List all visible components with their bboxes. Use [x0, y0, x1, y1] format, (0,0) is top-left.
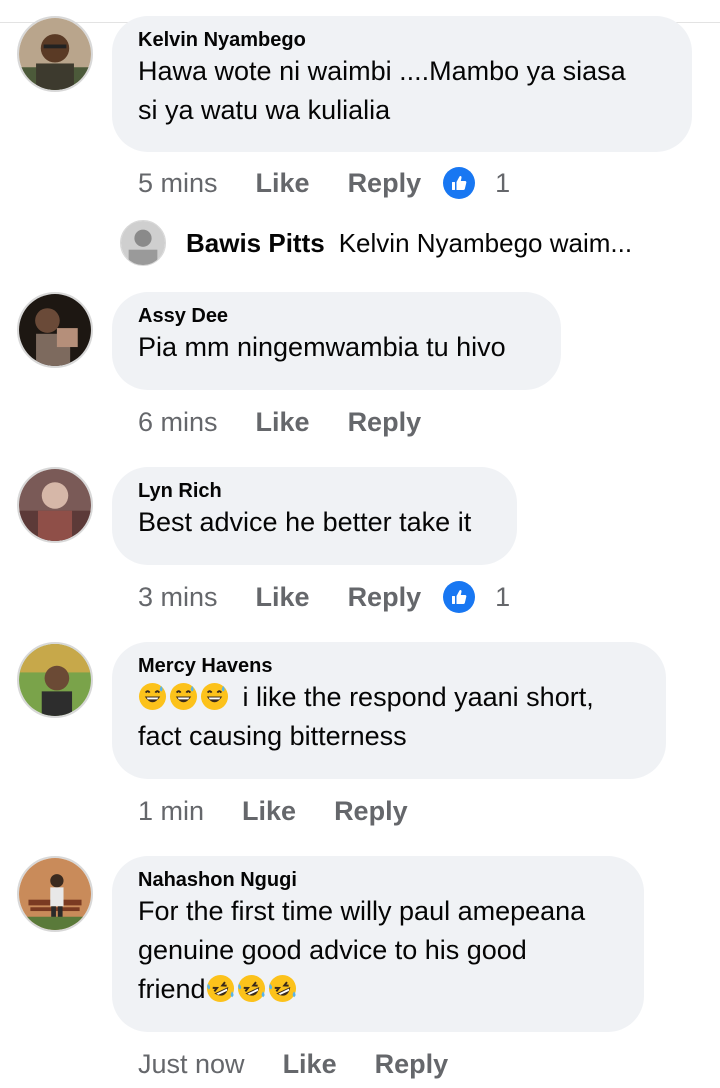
avatar-kelvin-nyambego[interactable]	[17, 16, 93, 92]
like-button[interactable]: Like	[256, 582, 310, 613]
reaction-count: 1	[495, 581, 511, 612]
rolling-laughing-emoji	[268, 974, 297, 1003]
comment-author[interactable]: Kelvin Nyambego	[138, 28, 666, 52]
comment-author[interactable]: Nahashon Ngugi	[138, 868, 618, 892]
comment-bubble: Mercy Havens i like the respond yaani sh…	[112, 642, 666, 779]
grinning-sweat-emoji	[138, 682, 167, 711]
avatar-mercy-havens[interactable]	[17, 642, 93, 718]
comment-actions: 1 min Like Reply	[138, 793, 408, 829]
comment-text-line: Hawa wote ni waimbi ....Mambo ya siasa	[138, 56, 626, 86]
rolling-laughing-emoji	[206, 974, 235, 1003]
reply-author[interactable]: Bawis Pitts	[186, 228, 325, 259]
avatar-bawis-pitts[interactable]	[120, 220, 166, 266]
reaction-summary[interactable]: 1	[443, 167, 510, 199]
comment-actions: Just now Like Reply	[138, 1046, 448, 1082]
comment-timestamp[interactable]: 3 mins	[138, 582, 218, 613]
thumbs-up-icon	[443, 581, 476, 613]
comment-text-line: For the first time willy paul amepeana	[138, 896, 586, 926]
comment-text-fragment: friend	[138, 974, 206, 1004]
reply-button[interactable]: Reply	[375, 1049, 449, 1080]
avatar-nahashon-ngugi[interactable]	[17, 856, 93, 932]
rolling-laughing-emoji	[237, 974, 266, 1003]
grinning-sweat-emoji	[200, 682, 229, 711]
comment-timestamp[interactable]: 6 mins	[138, 407, 218, 438]
comment-timestamp[interactable]: Just now	[138, 1049, 245, 1080]
reply-button[interactable]: Reply	[348, 168, 422, 199]
grinning-sweat-emoji	[169, 682, 198, 711]
comment-actions: 5 mins Like Reply 1	[138, 165, 510, 201]
comment-text-line: i like the respond yaani short,	[138, 678, 640, 717]
comment-author[interactable]: Mercy Havens	[138, 654, 640, 678]
comment-actions: 6 mins Like Reply	[138, 404, 421, 440]
reply-button[interactable]: Reply	[334, 796, 408, 827]
avatar-lyn-rich[interactable]	[17, 467, 93, 543]
reply-text: Kelvin Nyambego waim...	[338, 227, 633, 258]
comment-author[interactable]: Lyn Rich	[138, 479, 491, 503]
reaction-summary[interactable]: 1	[443, 581, 510, 613]
comment-bubble: Lyn Rich Best advice he better take it	[112, 467, 517, 565]
comment-text-line: friend	[138, 970, 618, 1009]
reply-button[interactable]: Reply	[348, 407, 422, 438]
like-button[interactable]: Like	[256, 407, 310, 438]
comment-timestamp[interactable]: 5 mins	[138, 168, 218, 199]
comment-bubble: Kelvin Nyambego Hawa wote ni waimbi ....…	[112, 16, 692, 152]
comment-text-line: si ya watu wa kulialia	[138, 95, 391, 125]
comment-bubble: Assy Dee Pia mm ningemwambia tu hivo	[112, 292, 561, 390]
reply-preview[interactable]: Bawis Pitts Kelvin Nyambego waim...	[120, 218, 632, 268]
comment-text-line: fact causing bitterness	[138, 721, 407, 751]
comment-text-line: genuine good advice to his good	[138, 935, 527, 965]
comment-actions: 3 mins Like Reply 1	[138, 579, 510, 615]
like-button[interactable]: Like	[256, 168, 310, 199]
comment-timestamp[interactable]: 1 min	[138, 796, 204, 827]
reaction-count: 1	[495, 167, 511, 198]
like-button[interactable]: Like	[283, 1049, 337, 1080]
comment-text-line: Pia mm ningemwambia tu hivo	[138, 332, 506, 362]
comment-author[interactable]: Assy Dee	[138, 304, 535, 328]
avatar-assy-dee[interactable]	[17, 292, 93, 368]
comment-text-fragment: i like the respond yaani short,	[242, 682, 594, 712]
comment-text-line: Best advice he better take it	[138, 507, 472, 537]
comment-bubble: Nahashon Ngugi For the first time willy …	[112, 856, 644, 1032]
reply-button[interactable]: Reply	[348, 582, 422, 613]
thumbs-up-icon	[443, 167, 476, 199]
like-button[interactable]: Like	[242, 796, 296, 827]
